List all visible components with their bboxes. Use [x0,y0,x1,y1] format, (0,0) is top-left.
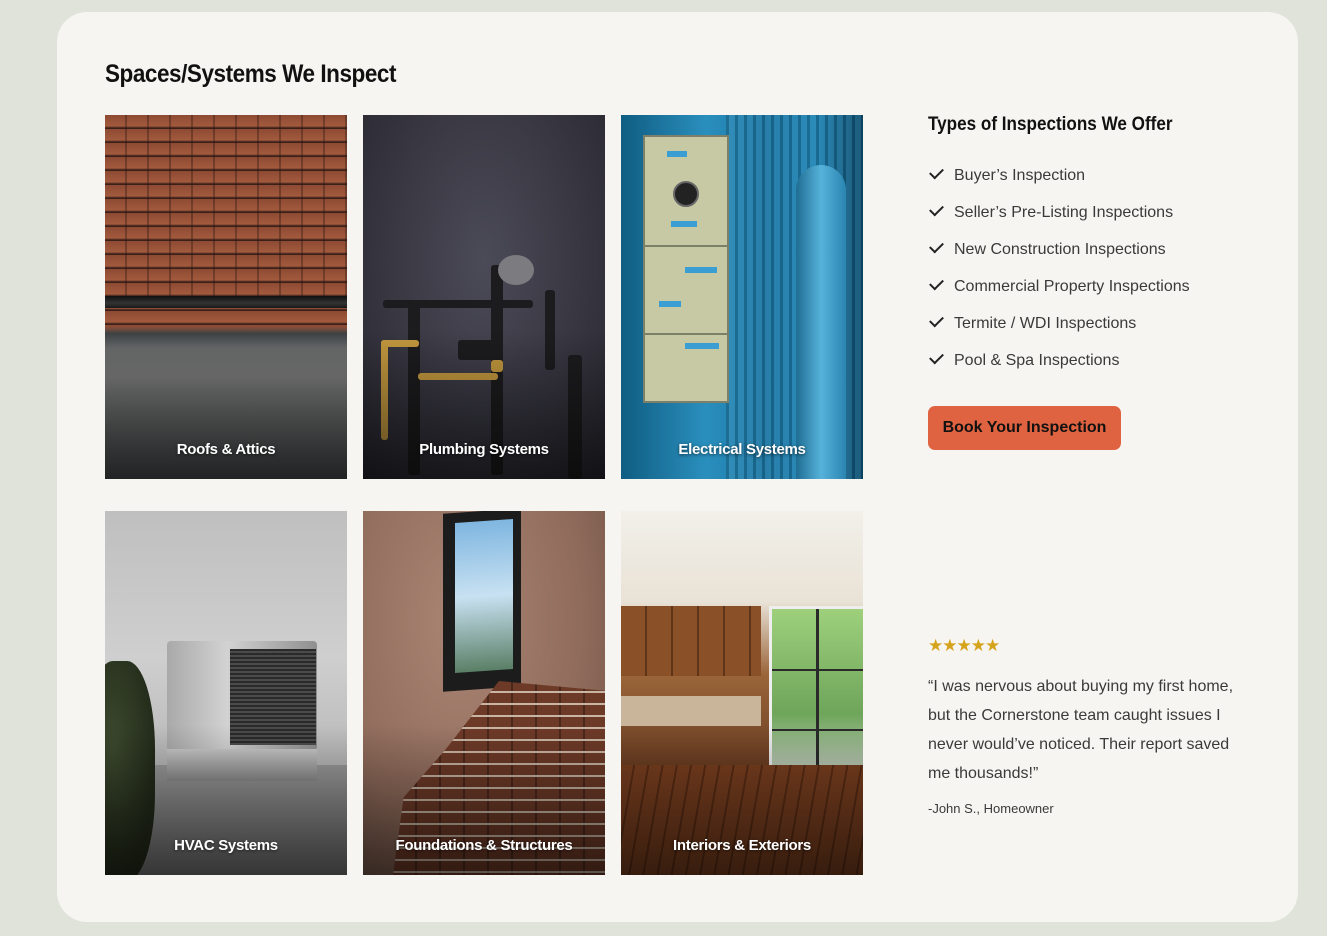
list-item: Commercial Property Inspections [928,273,1190,310]
inspection-types-title: Types of Inspections We Offer [928,114,1173,135]
book-inspection-button[interactable]: Book Your Inspection [928,406,1121,450]
tile-hvac-systems[interactable]: HVAC Systems [105,511,347,875]
check-icon [929,349,944,365]
check-icon [929,312,944,328]
list-item: New Construction Inspections [928,236,1190,273]
tile-label: Electrical Systems [678,441,806,458]
check-icon [929,164,944,180]
list-item: Pool & Spa Inspections [928,347,1190,384]
tile-roofs-attics[interactable]: Roofs & Attics [105,115,347,479]
tile-foundations-structures[interactable]: Foundations & Structures [363,511,605,875]
tile-interiors-exteriors[interactable]: Interiors & Exteriors [621,511,863,875]
check-icon [929,275,944,291]
list-item: Seller’s Pre-Listing Inspections [928,199,1190,236]
tile-plumbing-systems[interactable]: Plumbing Systems [363,115,605,479]
rating-stars-icon: ★★★★★ [928,636,1000,656]
tile-electrical-systems[interactable]: Electrical Systems [621,115,863,479]
tile-label: Foundations & Structures [395,837,573,854]
list-item: Termite / WDI Inspections [928,310,1190,347]
check-icon [929,201,944,217]
check-icon [929,238,944,254]
inspect-section-card: Spaces/Systems We Inspect Roofs & Attics… [57,12,1298,922]
section-title: Spaces/Systems We Inspect [105,60,396,88]
testimonial-author: -John S., Homeowner [928,801,1054,816]
testimonial-quote: “I was nervous about buying my first hom… [928,678,1234,782]
tile-label: HVAC Systems [174,837,278,854]
inspection-types-list: Buyer’s Inspection Seller’s Pre-Listing … [928,162,1190,384]
list-item: Buyer’s Inspection [928,162,1190,199]
tile-label: Interiors & Exteriors [673,837,811,854]
tile-label: Plumbing Systems [419,441,549,458]
tile-label: Roofs & Attics [176,441,276,458]
